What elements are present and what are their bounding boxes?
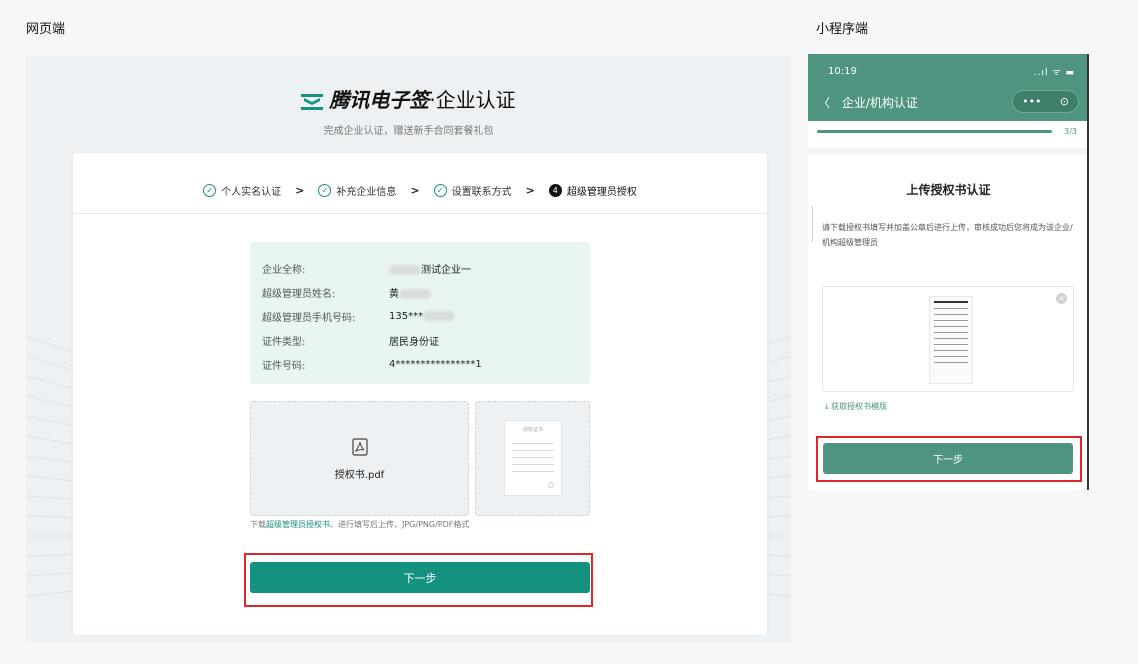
redacted-blur bbox=[399, 288, 431, 299]
brand-name: 腾讯电子签 bbox=[329, 88, 430, 112]
step-number-badge: 4 bbox=[548, 184, 562, 197]
step-label: 个人实名认证 bbox=[221, 187, 282, 198]
header-bar: 10:19 ..ıl ᯤ ▬ 〈 企业/机构认证 ••• ⊙ bbox=[808, 54, 1087, 121]
redacted-blur bbox=[423, 310, 456, 321]
step-label: 补充企业信息 bbox=[336, 187, 397, 198]
brand-logo-icon bbox=[301, 93, 324, 110]
step-admin-authorization: 4 超级管理员授权 bbox=[548, 183, 637, 198]
step-label: 设置联系方式 bbox=[451, 187, 512, 198]
company-info-box: 企业全称: 测试企业一 超级管理员姓名: 黄 超级管理员手机号码: 135***… bbox=[250, 242, 590, 384]
step-label: 超级管理员授权 bbox=[566, 187, 637, 198]
info-value: 居民身份证 bbox=[389, 336, 439, 348]
info-value: 135*** bbox=[389, 310, 456, 322]
download-authorization-link[interactable]: 超级管理员授权书 bbox=[266, 520, 330, 529]
preview-doc-title: 授权证书 bbox=[522, 427, 543, 433]
info-row: 证件号码: 4****************1 bbox=[262, 352, 578, 376]
scroll-indicator bbox=[812, 206, 813, 242]
chevron-right-icon: > bbox=[295, 184, 305, 197]
info-key: 超级管理员手机号码: bbox=[262, 312, 356, 324]
info-row: 证件类型: 居民身份证 bbox=[262, 328, 578, 352]
page-title: 上传授权书认证 bbox=[906, 183, 991, 197]
document-thumbnail: 授权证书 bbox=[504, 420, 562, 496]
mini-program-label: 小程序端 bbox=[816, 22, 869, 37]
info-value: 测试企业一 bbox=[389, 261, 471, 276]
nav-bar: 〈 企业/机构认证 bbox=[818, 94, 918, 111]
uploaded-image-box[interactable]: × bbox=[822, 286, 1074, 392]
web-panel: 腾讯电子签·企业认证 完成企业认证，赠送新手合同套餐礼包 ✓ 个人实名认证 > … bbox=[26, 56, 791, 642]
document-thumbnail bbox=[929, 296, 973, 384]
info-row: 企业全称: 测试企业一 bbox=[262, 256, 578, 280]
info-value: 黄 bbox=[389, 285, 431, 300]
check-circle-icon: ✓ bbox=[433, 184, 447, 197]
info-key: 企业全称: bbox=[262, 264, 306, 276]
chevron-right-icon: > bbox=[410, 184, 420, 197]
info-row: 超级管理员姓名: 黄 bbox=[262, 280, 578, 304]
more-icon[interactable]: ••• bbox=[1022, 95, 1041, 108]
progress-bar bbox=[817, 130, 1052, 133]
instruction-text: 请下载授权书填写并加盖公章后进行上传，审核成功后您将成为该企业/机构超级管理员 bbox=[822, 223, 1073, 247]
close-icon[interactable]: ⊙ bbox=[1060, 95, 1069, 108]
mini-program-capsule: ••• ⊙ bbox=[1012, 90, 1079, 113]
tagline: 完成企业认证，赠送新手合同套餐礼包 bbox=[323, 126, 494, 137]
auth-card: ✓ 个人实名认证 > ✓ 补充企业信息 > ✓ 设置联系方式 > 4 超级管理员… bbox=[73, 153, 767, 635]
upload-hint: 下载超级管理员授权书、进行填写后上传，JPG/PNG/PDF格式 bbox=[250, 520, 470, 529]
next-button[interactable]: 下一步 bbox=[823, 443, 1073, 474]
seal-icon bbox=[548, 482, 554, 488]
remove-image-icon[interactable]: × bbox=[1056, 293, 1067, 304]
check-circle-icon: ✓ bbox=[318, 184, 332, 197]
info-key: 证件类型: bbox=[262, 336, 306, 348]
uploaded-file-tile[interactable]: 授权书.pdf bbox=[250, 401, 469, 516]
status-icons: ..ıl ᯤ ▬ bbox=[1033, 68, 1075, 78]
status-time: 10:19 bbox=[828, 66, 857, 77]
step-company-info: ✓ 补充企业信息 bbox=[318, 183, 396, 198]
next-button[interactable]: 下一步 bbox=[250, 562, 590, 593]
section-separator bbox=[808, 148, 1087, 154]
nav-title: 企业/机构认证 bbox=[841, 96, 918, 110]
info-value: 4****************1 bbox=[389, 358, 482, 370]
redacted-blur bbox=[389, 264, 421, 275]
check-circle-icon: ✓ bbox=[203, 184, 217, 197]
download-icon: ⤓ bbox=[825, 402, 829, 411]
template-download[interactable]: ⤓ 获取授权书模版 bbox=[825, 401, 887, 412]
info-key: 证件号码: bbox=[262, 360, 306, 372]
brand-suffix: ·企业认证 bbox=[429, 88, 516, 112]
divider bbox=[73, 213, 767, 214]
info-row: 超级管理员手机号码: 135*** bbox=[262, 304, 578, 328]
brand-title: 腾讯电子签·企业认证 bbox=[26, 84, 791, 113]
chevron-right-icon: > bbox=[525, 184, 535, 197]
pdf-file-icon bbox=[251, 438, 468, 460]
web-label: 网页端 bbox=[26, 22, 66, 37]
authorization-preview[interactable]: 授权证书 bbox=[475, 401, 590, 516]
progress-text: 3/3 bbox=[1064, 127, 1077, 136]
back-icon[interactable]: 〈 bbox=[818, 96, 830, 110]
info-key: 超级管理员姓名: bbox=[262, 288, 336, 300]
step-contact-method: ✓ 设置联系方式 bbox=[433, 183, 512, 198]
step-personal-verification: ✓ 个人实名认证 bbox=[203, 183, 281, 198]
step-indicator: ✓ 个人实名认证 > ✓ 补充企业信息 > ✓ 设置联系方式 > 4 超级管理员… bbox=[73, 183, 767, 198]
template-link[interactable]: 获取授权书模版 bbox=[831, 402, 887, 411]
mini-program-panel: 10:19 ..ıl ᯤ ▬ 〈 企业/机构认证 ••• ⊙ 3/3 上传授权书… bbox=[808, 54, 1089, 490]
uploaded-filename: 授权书.pdf bbox=[334, 470, 385, 481]
